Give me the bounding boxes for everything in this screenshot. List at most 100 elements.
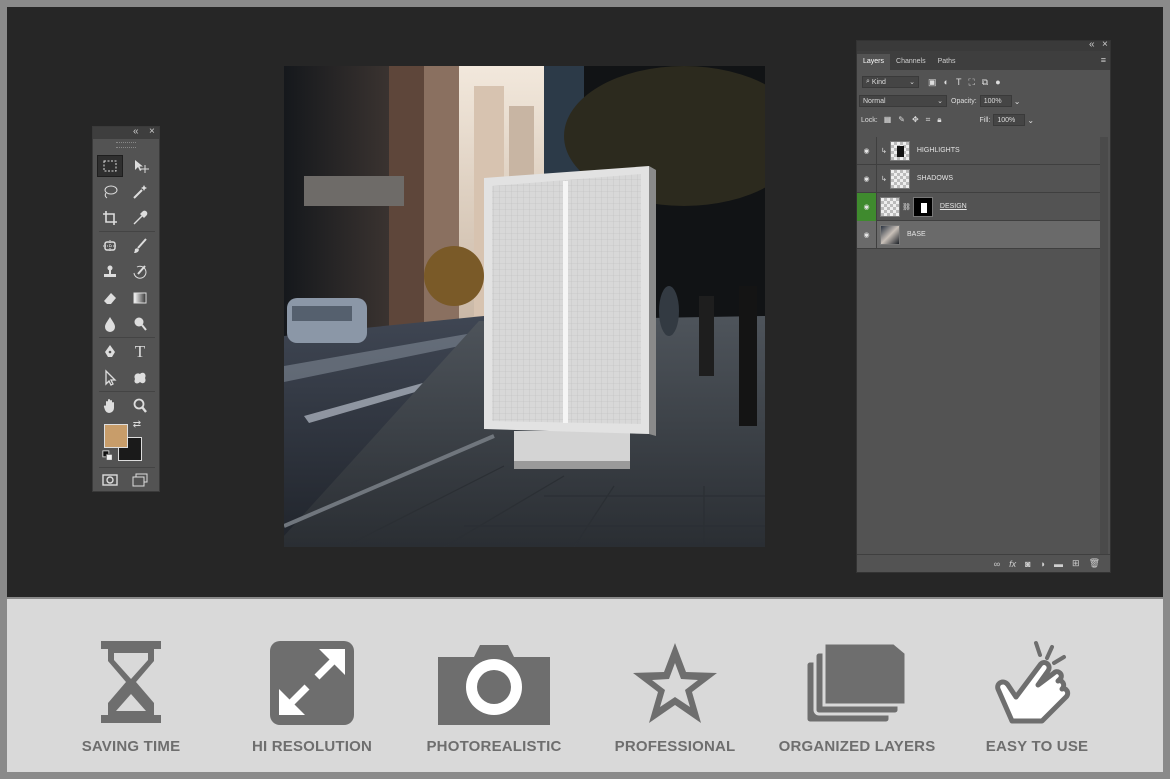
lock-all-icon[interactable]: 🔒︎ [937, 115, 941, 125]
lock-position-icon[interactable]: ✥ [912, 115, 919, 125]
layer-style-icon[interactable]: fx [1009, 559, 1016, 569]
rectangular-marquee-tool-icon[interactable] [97, 155, 123, 177]
shape-filter-icon[interactable]: ⛶ [968, 77, 974, 88]
default-colors-icon[interactable] [101, 449, 115, 463]
visibility-eye-icon[interactable]: ◉ [857, 220, 877, 249]
smart-object-filter-icon[interactable]: ⧉ [982, 77, 988, 88]
link-icon: ⛓ [902, 203, 911, 211]
lasso-tool-icon[interactable] [97, 181, 123, 203]
opacity-value: 100% [983, 97, 1002, 105]
filter-toggle-icon[interactable]: ● [995, 77, 1000, 88]
gradient-tool-icon[interactable] [127, 287, 153, 309]
new-group-icon[interactable]: ▬ [1054, 559, 1063, 569]
panel-menu-icon[interactable]: ≡ [1101, 55, 1106, 65]
path-selection-tool-icon[interactable] [97, 367, 123, 389]
layer-thumbnail [889, 168, 910, 189]
tap-hand-icon [995, 641, 1071, 724]
filter-kind-value: Kind [871, 78, 886, 86]
crop-tool-icon[interactable] [97, 207, 123, 229]
opacity-input[interactable]: 100% [979, 95, 1012, 107]
feature-saving-time: SAVING TIME [41, 639, 221, 755]
visibility-eye-icon[interactable]: ◉ [857, 136, 877, 165]
spot-healing-brush-icon[interactable] [97, 235, 123, 257]
clipping-arrow-icon: ↳ [881, 147, 887, 155]
close-panel-icon[interactable]: × [149, 126, 155, 137]
layer-thumbnail [889, 140, 910, 161]
layer-row-highlights[interactable]: ◉ ↳ HIGHLIGHTS [857, 136, 1100, 165]
filter-row: ⌕ Kind ⌄ ▣ ◐ T ⛶ ⧉ ● [857, 74, 1110, 90]
filter-kind-select[interactable]: ⌕ Kind ⌄ [862, 76, 919, 88]
feature-organized-layers: ORGANIZED LAYERS [767, 639, 947, 755]
blend-mode-select[interactable]: Normal ⌄ [859, 95, 947, 107]
collapse-panel-icon[interactable]: « [1089, 39, 1095, 50]
link-layers-icon[interactable]: ∞ [994, 559, 1000, 569]
panel-tabs: Layers Channels Paths ≡ [857, 51, 1110, 70]
pen-tool-icon[interactable] [97, 341, 123, 363]
layer-name: DESIGN [939, 203, 967, 210]
lock-label: Lock: [861, 116, 878, 124]
magic-wand-tool-icon[interactable] [127, 181, 153, 203]
foreground-color-swatch[interactable] [104, 424, 128, 448]
layer-name: HIGHLIGHTS [916, 147, 960, 154]
lock-pixels-icon[interactable]: ✎ [898, 115, 905, 125]
pixel-filter-icon[interactable]: ▣ [928, 77, 937, 88]
adjustment-filter-icon[interactable]: ◐ [944, 77, 949, 88]
layer-row-base[interactable]: ◉ BASE [857, 220, 1100, 249]
type-tool-icon[interactable]: T [127, 341, 153, 363]
smart-object-thumbnail [880, 196, 900, 217]
layer-mask-thumbnail[interactable] [912, 196, 933, 217]
move-tool-icon[interactable] [127, 155, 153, 177]
adjustment-layer-icon[interactable]: ◑ [1040, 559, 1045, 569]
feature-label: SAVING TIME [81, 738, 181, 755]
layer-row-shadows[interactable]: ◉ ↳ SHADOWS [857, 164, 1100, 193]
dodge-tool-icon[interactable] [127, 313, 153, 335]
blend-mode-value: Normal [863, 97, 886, 105]
tools-divider [99, 467, 155, 468]
fill-label: Fill: [979, 116, 991, 124]
mockup-frame: « × T ⇄ « × Layers Channels Paths ≡ ⌕ Ki… [0, 0, 1170, 779]
layers-scrollbar[interactable] [1100, 137, 1108, 555]
fill-input[interactable]: 100% [993, 114, 1026, 126]
tab-paths[interactable]: Paths [932, 54, 962, 70]
screen-mode-icon[interactable] [127, 469, 153, 491]
zoom-tool-icon[interactable] [127, 395, 153, 417]
feature-label: EASY TO USE [985, 738, 1089, 755]
eyedropper-tool-icon[interactable] [127, 207, 153, 229]
blur-tool-icon[interactable] [97, 313, 123, 335]
quick-mask-icon[interactable] [97, 469, 123, 491]
new-layer-icon[interactable]: ⊞ [1072, 558, 1080, 569]
panel-grip[interactable] [116, 142, 136, 148]
chevron-down-icon[interactable]: ⌄ [1027, 116, 1034, 125]
chevron-down-icon[interactable]: ⌄ [1014, 97, 1021, 106]
lock-transparency-icon[interactable]: ▦ [884, 115, 892, 125]
visibility-eye-icon[interactable]: ◉ [857, 164, 877, 193]
visibility-eye-icon[interactable]: ◉ [857, 192, 877, 221]
swap-colors-icon[interactable]: ⇄ [130, 417, 144, 431]
clone-stamp-tool-icon[interactable] [97, 261, 123, 283]
layer-row-design[interactable]: ◉ ⛓ DESIGN [857, 192, 1100, 221]
add-mask-icon[interactable]: ◙ [1025, 559, 1030, 569]
hand-tool-icon[interactable] [97, 395, 123, 417]
lock-icons: ▦ ✎ ✥ ⌗ 🔒︎ [884, 115, 942, 125]
close-panel-icon[interactable]: × [1102, 39, 1108, 50]
layers-panel-header: « × [857, 39, 1110, 51]
history-brush-tool-icon[interactable] [127, 261, 153, 283]
lock-artboard-icon[interactable]: ⌗ [926, 115, 931, 125]
layers-panel: « × Layers Channels Paths ≡ ⌕ Kind ⌄ ▣ ◐… [856, 39, 1111, 573]
document-canvas[interactable] [284, 66, 765, 547]
hourglass-icon [101, 641, 161, 723]
eraser-tool-icon[interactable] [97, 287, 123, 309]
type-filter-icon[interactable]: T [956, 77, 962, 88]
tools-divider [99, 337, 155, 338]
star-icon [633, 643, 717, 723]
collapse-panel-icon[interactable]: « [133, 126, 139, 137]
stacked-layers-icon [804, 641, 908, 725]
filter-icons: ▣ ◐ T ⛶ ⧉ ● [928, 77, 1001, 88]
tab-layers[interactable]: Layers [857, 54, 891, 70]
brush-tool-icon[interactable] [127, 235, 153, 257]
tab-channels[interactable]: Channels [890, 54, 932, 70]
delete-layer-icon[interactable]: 🗑︎ [1089, 558, 1100, 569]
photoshop-workspace: « × T ⇄ « × Layers Channels Paths ≡ ⌕ Ki… [7, 7, 1163, 597]
custom-shape-tool-icon[interactable] [127, 367, 153, 389]
feature-label: PHOTOREALISTIC [426, 738, 562, 755]
